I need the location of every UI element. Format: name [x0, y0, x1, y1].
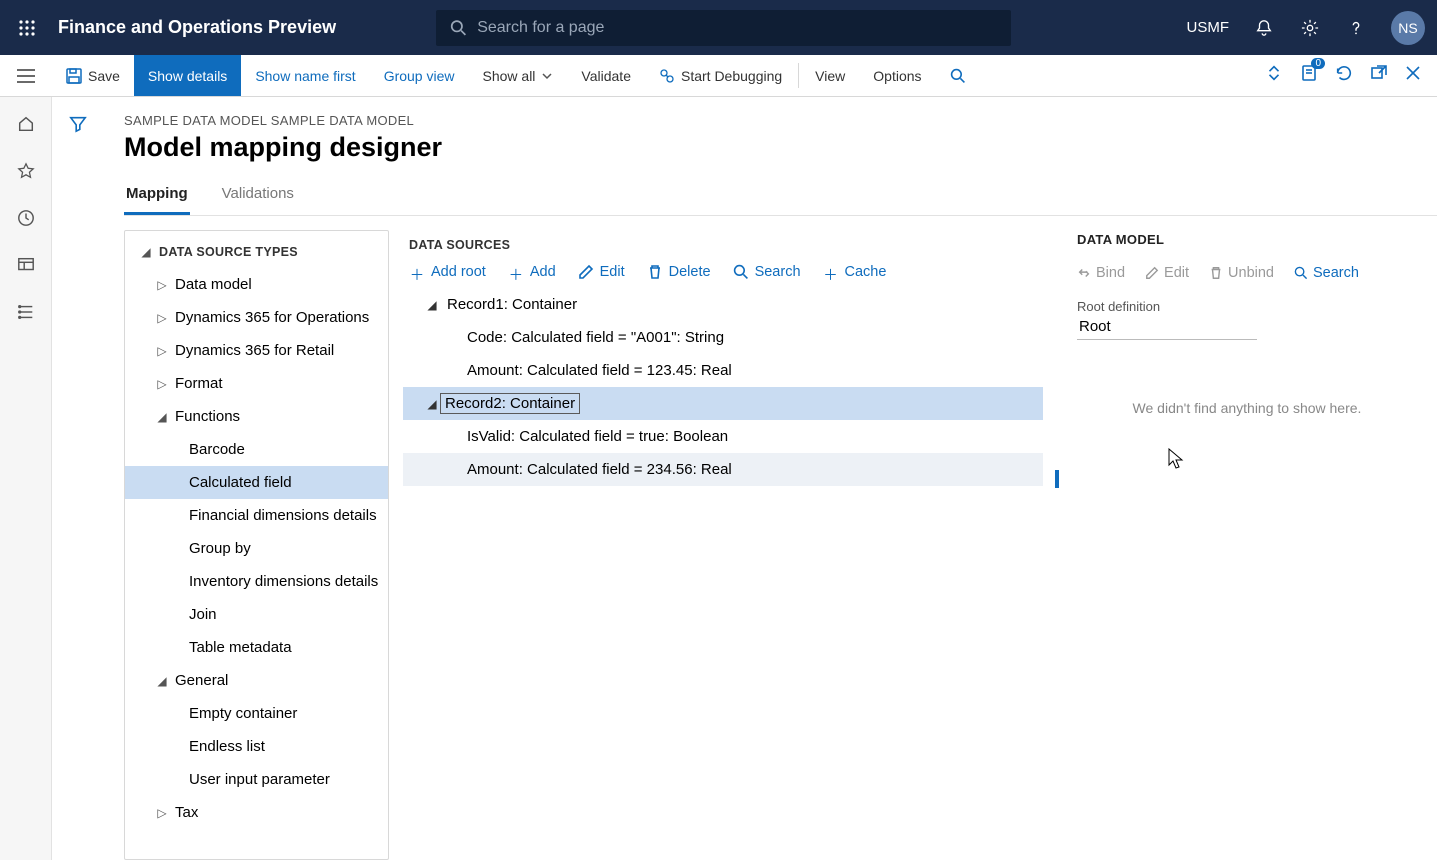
root-definition-label: Root definition — [1077, 299, 1417, 314]
help-icon[interactable] — [1345, 17, 1367, 39]
app-title: Finance and Operations Preview — [58, 17, 336, 38]
gear-icon[interactable] — [1299, 17, 1321, 39]
show-all-dropdown[interactable]: Show all — [469, 55, 568, 96]
bind-button: Bind — [1077, 265, 1125, 281]
dst-group-by[interactable]: Group by — [125, 532, 388, 565]
dst-format[interactable]: ▷Format — [125, 367, 388, 400]
dst-d365-retail[interactable]: ▷Dynamics 365 for Retail — [125, 334, 388, 367]
dst-join[interactable]: Join — [125, 598, 388, 631]
data-sources-panel: DATA SOURCES ＋Add root ＋Add Edit Delete … — [389, 230, 1057, 860]
bell-icon[interactable] — [1253, 17, 1275, 39]
dst-general[interactable]: ◢General — [125, 664, 388, 697]
add-button[interactable]: ＋Add — [508, 264, 556, 280]
dst-header-row[interactable]: ◢DATA SOURCE TYPES — [125, 235, 388, 268]
user-avatar[interactable]: NS — [1391, 11, 1425, 45]
data-model-panel: DATA MODEL Bind Edit Unbind Search Root … — [1057, 230, 1437, 860]
ds-record1[interactable]: ◢Record1: Container — [403, 288, 1043, 321]
dst-table-metadata[interactable]: Table metadata — [125, 631, 388, 664]
topbar: Finance and Operations Preview USMF NS — [0, 0, 1437, 55]
action-bar: Save Show details Show name first Group … — [0, 55, 1437, 97]
tab-validations[interactable]: Validations — [220, 179, 296, 215]
ds-record2[interactable]: ◢Record2: Container — [403, 387, 1043, 420]
close-icon[interactable] — [1405, 65, 1421, 86]
workspace-icon[interactable] — [17, 256, 35, 279]
home-icon[interactable] — [17, 115, 35, 138]
root-definition-input[interactable] — [1077, 314, 1257, 340]
tab-mapping[interactable]: Mapping — [124, 179, 190, 215]
dm-edit-button: Edit — [1145, 265, 1189, 281]
show-name-first-button[interactable]: Show name first — [241, 55, 369, 96]
modules-icon[interactable] — [17, 303, 35, 326]
hamburger-icon[interactable] — [0, 55, 52, 96]
dst-d365-ops[interactable]: ▷Dynamics 365 for Operations — [125, 301, 388, 334]
data-source-types-panel: ◢DATA SOURCE TYPES ▷Data model ▷Dynamics… — [124, 230, 389, 860]
company-code[interactable]: USMF — [1187, 19, 1230, 36]
tabs: Mapping Validations — [124, 179, 1437, 216]
ds-record2-amount[interactable]: Amount: Calculated field = 234.56: Real — [403, 453, 1043, 486]
attachments-icon[interactable]: 0 — [1301, 64, 1317, 87]
star-icon[interactable] — [17, 162, 35, 185]
dm-empty-message: We didn't find anything to show here. — [1077, 400, 1417, 416]
filter-icon[interactable] — [69, 115, 87, 860]
start-debugging-button[interactable]: Start Debugging — [645, 55, 796, 96]
dst-user-input[interactable]: User input parameter — [125, 763, 388, 796]
dm-header: DATA MODEL — [1077, 230, 1417, 247]
actionbar-search-icon[interactable] — [936, 55, 980, 96]
popout-icon[interactable] — [1371, 65, 1387, 86]
refresh-icon[interactable] — [1335, 64, 1353, 87]
save-button[interactable]: Save — [52, 55, 134, 96]
page-title: Model mapping designer — [124, 132, 1437, 163]
global-search-input[interactable] — [477, 19, 997, 37]
options-button[interactable]: Options — [859, 55, 935, 96]
dst-endless-list[interactable]: Endless list — [125, 730, 388, 763]
nav-rail — [0, 97, 52, 860]
ds-record2-isvalid[interactable]: IsValid: Calculated field = true: Boolea… — [403, 420, 1043, 453]
unbind-button: Unbind — [1209, 265, 1274, 281]
dst-empty-container[interactable]: Empty container — [125, 697, 388, 730]
dm-search-button[interactable]: Search — [1294, 265, 1359, 281]
group-view-button[interactable]: Group view — [370, 55, 469, 96]
dst-calculated-field[interactable]: Calculated field — [125, 466, 388, 499]
cache-button[interactable]: ＋Cache — [823, 264, 887, 280]
show-details-button[interactable]: Show details — [134, 55, 241, 96]
global-search[interactable] — [436, 10, 1011, 46]
app-launcher-icon[interactable] — [12, 13, 42, 43]
filter-rail — [52, 97, 104, 860]
dst-fin-dim[interactable]: Financial dimensions details — [125, 499, 388, 532]
link-icon[interactable] — [1265, 64, 1283, 87]
dst-tax[interactable]: ▷Tax — [125, 796, 388, 829]
delete-button[interactable]: Delete — [647, 264, 711, 280]
splitter-handle[interactable] — [1055, 470, 1059, 488]
validate-button[interactable]: Validate — [567, 55, 645, 96]
view-button[interactable]: View — [801, 55, 859, 96]
dst-functions[interactable]: ◢Functions — [125, 400, 388, 433]
dst-inv-dim[interactable]: Inventory dimensions details — [125, 565, 388, 598]
ds-record1-amount[interactable]: Amount: Calculated field = 123.45: Real — [403, 354, 1043, 387]
ds-record1-code[interactable]: Code: Calculated field = "A001": String — [403, 321, 1043, 354]
ds-header: DATA SOURCES — [403, 230, 1043, 252]
add-root-button[interactable]: ＋Add root — [409, 264, 486, 280]
dst-data-model[interactable]: ▷Data model — [125, 268, 388, 301]
breadcrumb: SAMPLE DATA MODEL SAMPLE DATA MODEL — [124, 113, 1437, 128]
recent-icon[interactable] — [17, 209, 35, 232]
dst-barcode[interactable]: Barcode — [125, 433, 388, 466]
edit-button[interactable]: Edit — [578, 264, 625, 280]
ds-search-button[interactable]: Search — [733, 264, 801, 280]
